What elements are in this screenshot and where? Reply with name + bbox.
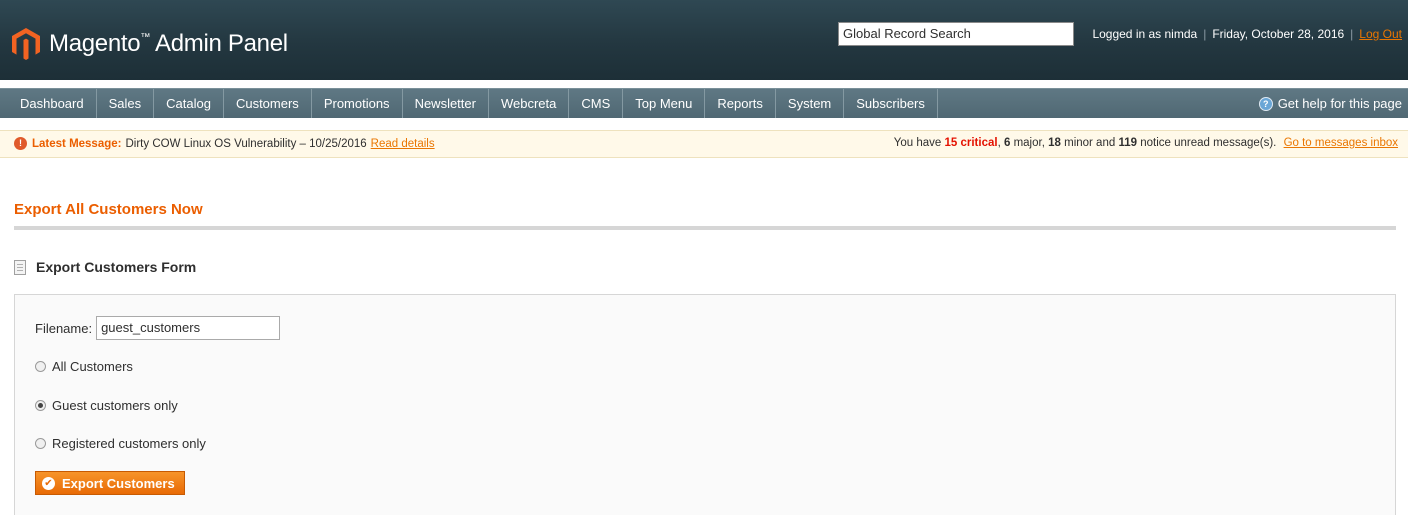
latest-message-label: Latest Message: [32, 137, 122, 150]
help-icon: ? [1258, 96, 1273, 111]
option-all-customers-label: All Customers [52, 359, 133, 374]
nav-item-dashboard[interactable]: Dashboard [8, 89, 97, 118]
filename-input[interactable]: guest_customers [96, 316, 281, 340]
minor-count: 18 [1048, 137, 1061, 149]
export-form: Filename: guest_customers All Customers … [14, 294, 1396, 515]
nav-item-top-menu[interactable]: Top Menu [623, 89, 706, 118]
filename-label: Filename: [35, 320, 93, 336]
critical-count: 15 critical [944, 137, 998, 149]
latest-message-text: Dirty COW Linux OS Vulnerability – 10/25… [125, 137, 367, 150]
user-info: Logged in as nimda | Friday, October 28, 2… [1092, 27, 1402, 41]
nav-item-catalog[interactable]: Catalog [154, 89, 224, 118]
nav-item-customers[interactable]: Customers [224, 89, 312, 118]
warning-icon: ! [14, 137, 27, 150]
nav-item-sales[interactable]: Sales [97, 89, 155, 118]
main-nav: Dashboard Sales Catalog Customers Promot… [0, 88, 1408, 118]
messages-inbox-link[interactable]: Go to messages inbox [1284, 137, 1398, 149]
document-icon [14, 259, 26, 275]
help-link[interactable]: ? Get help for this page [1258, 89, 1402, 118]
nav-item-promotions[interactable]: Promotions [312, 89, 403, 118]
notice-count: 119 [1118, 137, 1138, 149]
export-customers-label: Export Customers [62, 475, 175, 491]
read-details-link[interactable]: Read details [371, 138, 435, 150]
logout-link[interactable]: Log Out [1359, 27, 1402, 41]
nav-item-newsletter[interactable]: Newsletter [403, 89, 489, 118]
magento-logo-icon [12, 28, 40, 60]
nav-item-cms[interactable]: CMS [569, 89, 624, 118]
radio-guest-customers[interactable] [35, 400, 46, 411]
logo[interactable]: Magento™ Admin Panel [11, 27, 288, 61]
option-registered-customers-label: Registered customers only [52, 436, 206, 451]
option-guest-customers-label: Guest customers only [52, 398, 178, 413]
message-bar: ! Latest Message: Dirty COW Linux OS Vul… [0, 130, 1408, 158]
radio-registered-customers[interactable] [35, 438, 46, 449]
global-search-input[interactable]: Global Record Search [838, 22, 1074, 46]
checkmark-icon: ✔ [42, 476, 55, 490]
page-title: Export All Customers Now [14, 201, 203, 218]
logged-in-text: Logged in as nimda [1092, 27, 1198, 41]
option-all-customers[interactable]: All Customers [35, 359, 133, 374]
nav-item-system[interactable]: System [776, 89, 845, 118]
option-registered-customers[interactable]: Registered customers only [35, 436, 206, 451]
form-title-label: Export Customers Form [36, 259, 197, 275]
header: Magento™ Admin Panel Global Record Search… [0, 0, 1408, 80]
nav-item-subscribers[interactable]: Subscribers [844, 89, 938, 118]
major-count: 6 [1003, 137, 1011, 149]
filename-row: Filename: guest_customers [35, 316, 281, 340]
current-date: Friday, October 28, 2016 [1212, 27, 1345, 41]
option-guest-customers[interactable]: Guest customers only [35, 398, 178, 413]
radio-all-customers[interactable] [35, 361, 46, 372]
unread-summary: You have 15 critical, 6 major, 18 minor … [893, 137, 1398, 149]
latest-message: ! Latest Message: Dirty COW Linux OS Vul… [14, 137, 435, 150]
nav-item-reports[interactable]: Reports [705, 89, 776, 118]
title-divider [14, 226, 1396, 230]
form-title: Export Customers Form [14, 259, 196, 275]
export-customers-button[interactable]: ✔ Export Customers [35, 471, 185, 495]
help-label: Get help for this page [1277, 96, 1402, 111]
nav-item-webcreta[interactable]: Webcreta [489, 89, 570, 118]
app-title: Magento™ Admin Panel [49, 30, 288, 57]
